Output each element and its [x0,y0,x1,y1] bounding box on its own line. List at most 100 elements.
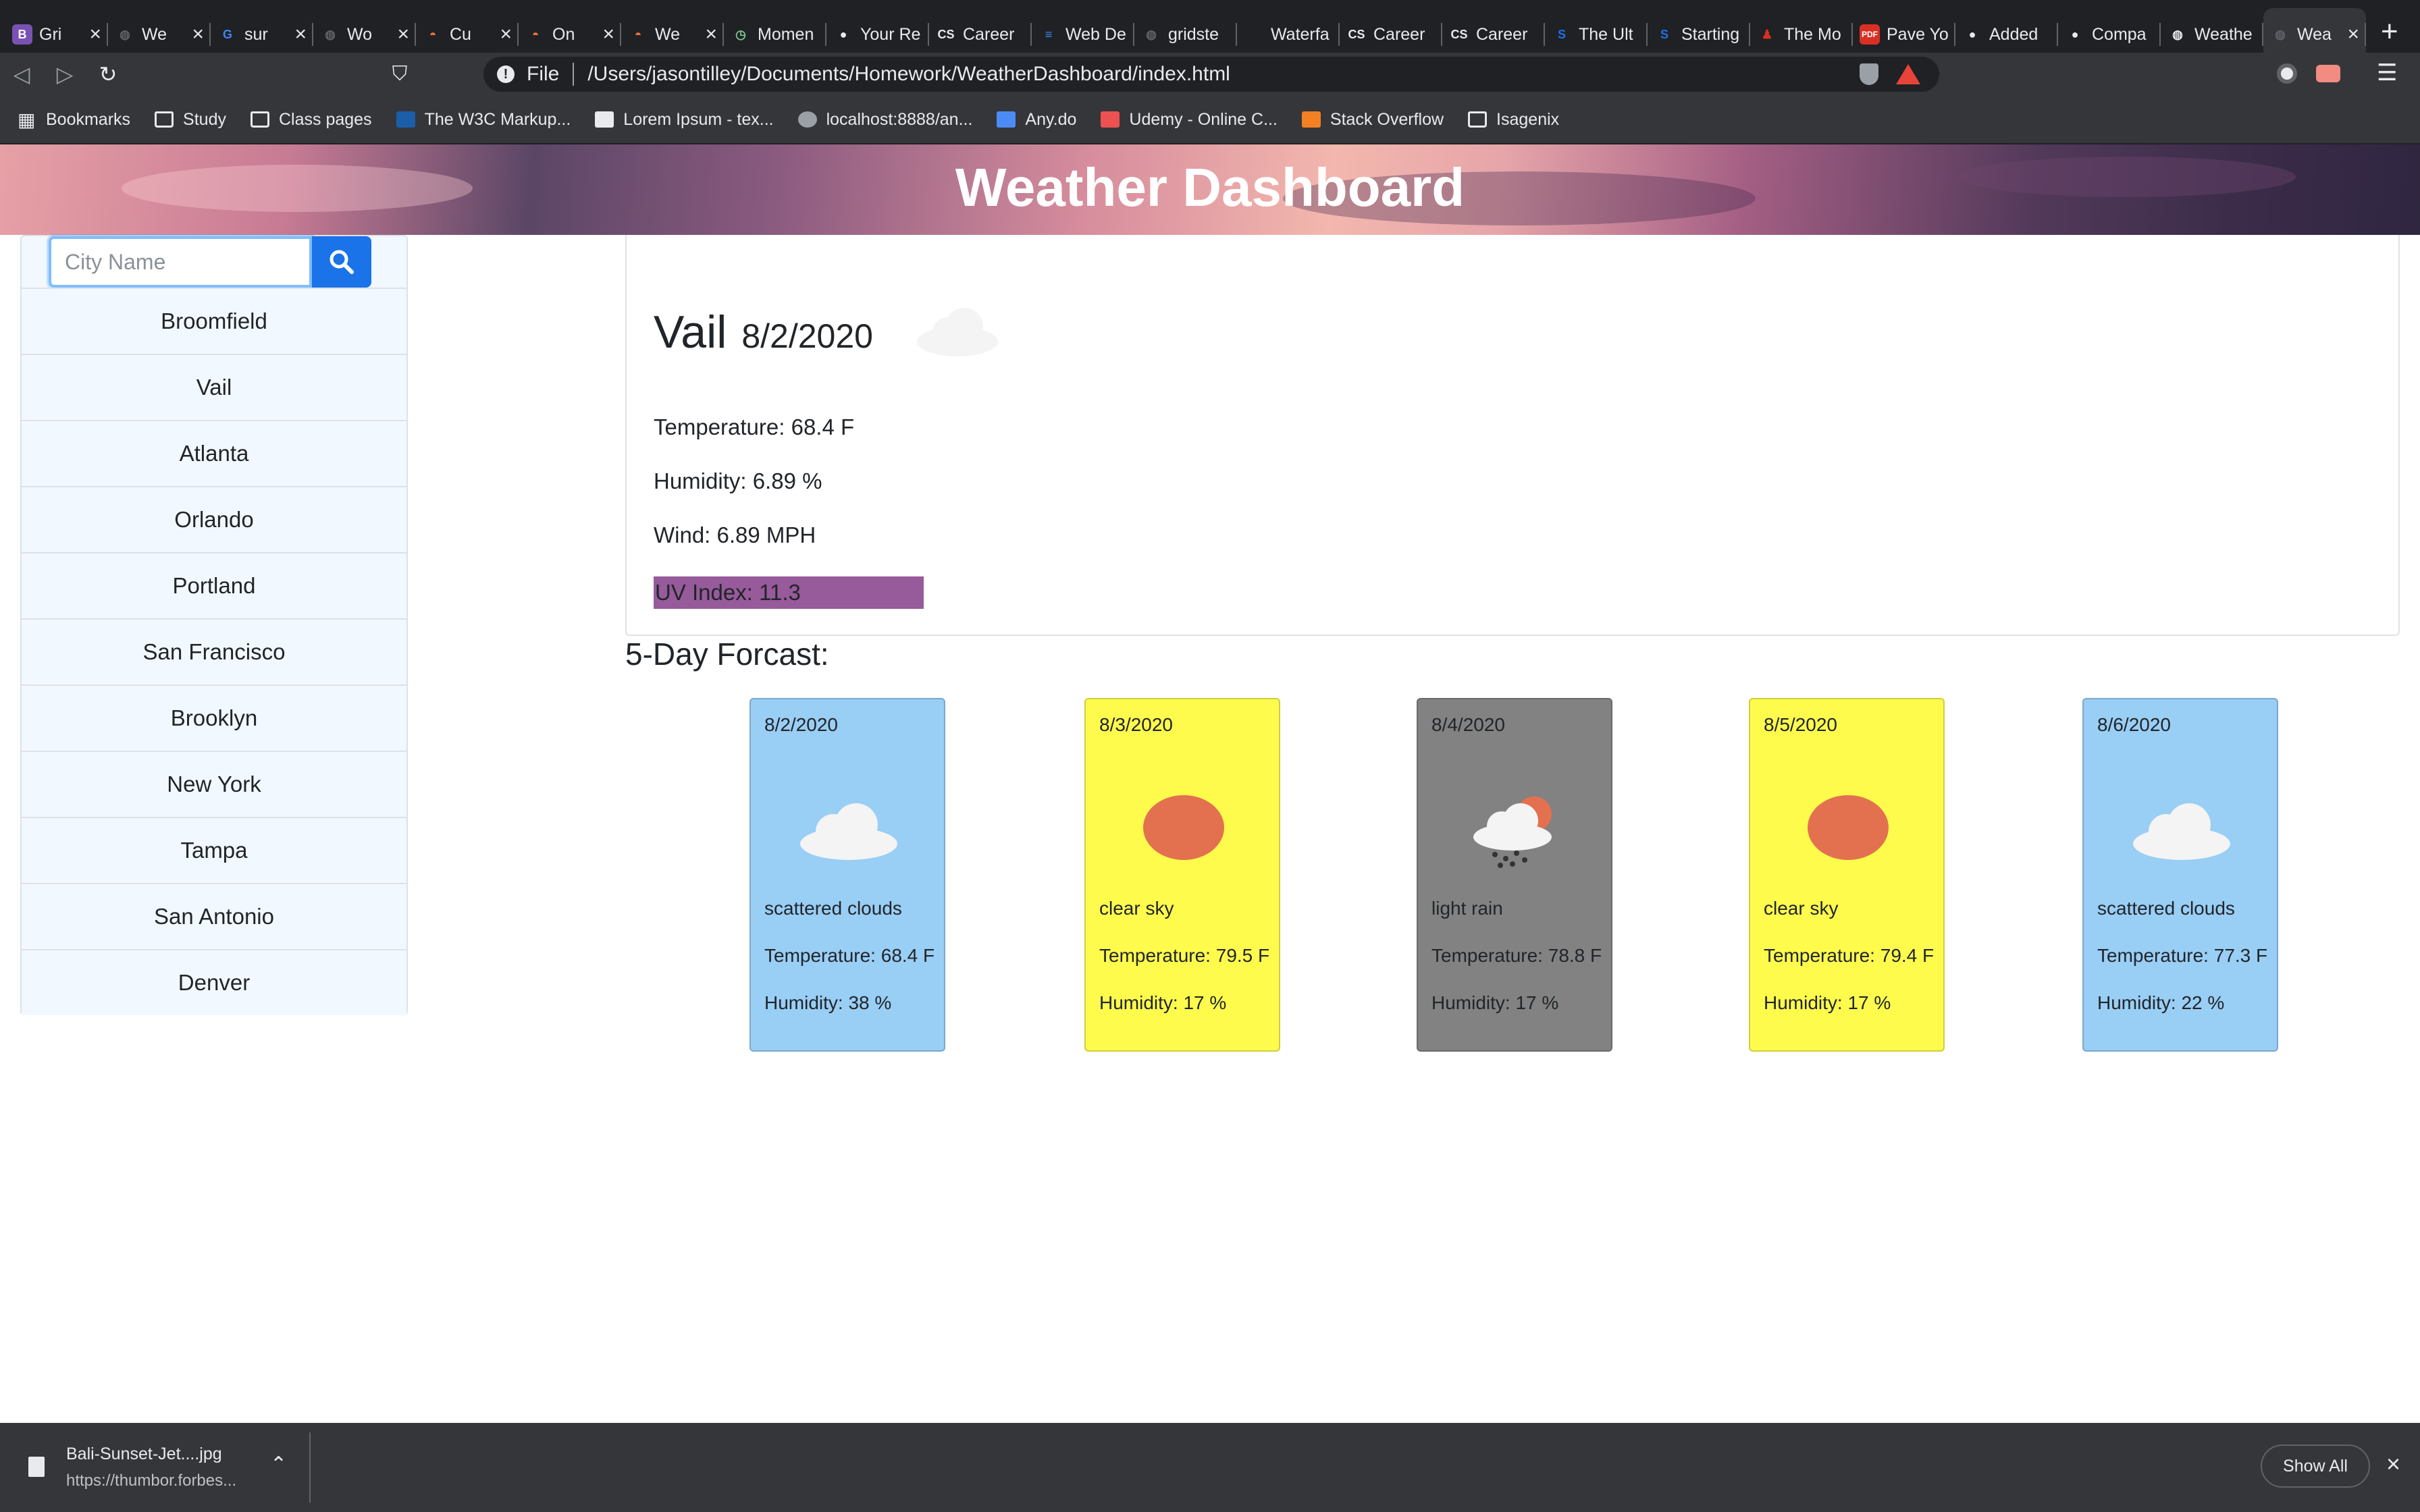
city-search-input[interactable] [49,236,312,288]
tab-close-icon[interactable]: × [602,23,614,46]
bookmark-item[interactable]: Lorem Ipsum - tex... [595,109,774,130]
bookmark-item[interactable]: Udemy - Online C... [1101,110,1278,130]
tab-close-icon[interactable]: × [2347,23,2359,46]
w3c-icon [396,111,415,128]
bookmark-star-icon[interactable]: ⛉ [379,63,420,86]
search-form [49,236,371,288]
close-icon[interactable]: × [2386,1450,2400,1478]
forward-icon[interactable]: ▷ [43,61,86,87]
uv-index-badge: UV Index: 11.3 [654,576,924,609]
bookmark-item[interactable]: Isagenix [1468,110,1559,130]
address-bar[interactable]: ! File /Users/jasontilley/Documents/Home… [483,57,1939,92]
tab-title: Career [963,24,1015,44]
back-icon[interactable]: ◁ [0,61,43,87]
github-icon: ● [839,27,847,41]
chevron-up-icon[interactable]: ⌃ [270,1453,287,1476]
grid-icon: ▦ [18,109,36,130]
bookmark-label: Lorem Ipsum - tex... [623,109,774,129]
bookmark-item[interactable]: Stack Overflow [1301,110,1444,130]
forecast-card: 8/4/2020 light rain Temperature: 78.8 F Hum… [1417,698,1612,1052]
search-button[interactable] [312,236,371,288]
forecast-date: 8/3/2020 [1099,714,1173,735]
globe-icon [797,111,817,128]
tab-title: Waterfa [1271,24,1330,44]
address-divider [573,63,575,86]
tab-title: Gri [39,24,62,44]
bookmark-item[interactable]: The W3C Markup... [396,110,571,130]
tab-title: The Mo [1784,24,1841,44]
forecast-date: 8/6/2020 [2097,714,2171,735]
bookmark-item[interactable]: Class pages [250,110,372,130]
tab-title: Starting [1681,24,1740,44]
tab-close-icon[interactable]: × [500,23,512,46]
tab-title: Added [1989,24,2038,44]
bookmark-label: Bookmarks [46,109,131,129]
city-list-item[interactable]: Vail [22,354,406,420]
tab-title: Career [1476,24,1528,44]
folder-icon [1468,111,1488,128]
city-list-item[interactable]: New York [22,751,406,817]
city-list-item[interactable]: San Antonio [22,883,406,949]
bookmark-label: Study [183,109,226,129]
city-list-item[interactable]: Orlando [22,486,406,552]
forecast-date: 8/5/2020 [1764,714,1837,735]
bookmark-item[interactable]: localhost:8888/an... [797,110,972,130]
cs-icon: CS [1348,27,1365,41]
city-list-item[interactable]: Atlanta [22,420,406,486]
forecast-humidity: Humidity: 22 % [2097,992,2225,1013]
file-icon [28,1457,45,1477]
cloud-icon [917,308,998,356]
city-sidebar: BroomfieldVailAtlantaOrlandoPortlandSan … [20,235,408,1015]
city-list-item[interactable]: San Francisco [22,618,406,684]
bookmark-label: The W3C Markup... [424,109,571,129]
tab-close-icon[interactable]: × [397,23,409,46]
screen-recorder-extension-icon[interactable] [2316,65,2340,82]
tab-close-icon[interactable]: × [294,23,307,46]
tab-title: The Ult [1579,24,1633,44]
bookmark-item[interactable]: Study [155,110,226,130]
tab-close-icon[interactable]: × [89,23,101,46]
show-all-downloads-button[interactable]: Show All [2261,1444,2370,1488]
forecast-temperature: Temperature: 78.8 F [1431,945,1602,966]
tab-close-icon[interactable]: × [192,23,204,46]
download-shelf: Bali-Sunset-Jet....jpg https://thumbor.f… [0,1423,2420,1512]
current-wind: Wind: 6.89 MPH [654,522,816,547]
bookmark-item[interactable]: Any.do [997,110,1076,130]
brave-shield-icon[interactable] [1860,63,1878,85]
city-list-item[interactable]: Broomfield [22,288,406,354]
brave-rewards-icon[interactable] [1896,64,1920,84]
new-tab-button[interactable]: + [2381,15,2398,49]
forecast-temperature: Temperature: 79.5 F [1099,945,1270,966]
address-path[interactable]: /Users/jasontilley/Documents/Homework/We… [587,63,1230,86]
forecast-card: 8/3/2020 clear sky Temperature: 79.5 F Humi… [1084,698,1280,1052]
city-list-item[interactable]: Brooklyn [22,684,406,751]
forecast-description: scattered clouds [2097,898,2235,919]
current-heading: Vail 8/2/2020 [654,306,873,358]
forecast-temperature: Temperature: 77.3 F [2097,945,2268,966]
tab-title: Momen [758,24,814,44]
docs-icon: ≡ [1045,27,1053,41]
info-icon[interactable]: ! [497,65,515,83]
bookmark-item[interactable]: ▦ Bookmarks [18,109,130,131]
current-date: 8/2/2020 [741,317,873,355]
city-list-item[interactable]: Denver [22,949,406,1015]
download-file-name[interactable]: Bali-Sunset-Jet....jpg [66,1444,222,1464]
folder-icon [155,111,174,128]
browser-menu-icon[interactable]: ☰ [2377,59,2397,86]
tab-title: We [142,24,167,44]
tab-title: Cu [450,24,471,44]
browser-toolbar: ◁ ▷ ↻ ⛉ ! File /Users/jasontilley/Docume… [0,53,2420,96]
lorem-icon [595,111,614,128]
bootstrap-icon: B [12,24,32,45]
city-list-item[interactable]: Portland [22,552,406,618]
bookmark-label: Udemy - Online C... [1129,109,1278,129]
tab-close-icon[interactable]: × [705,23,717,46]
tab-title: Pave Yo [1887,24,1949,44]
reload-icon[interactable]: ↻ [86,61,130,87]
sun-icon [1808,795,1889,860]
forecast-description: clear sky [1764,898,1839,919]
cs-icon: CS [1450,27,1468,41]
tab-title: On [552,24,575,44]
city-list-item[interactable]: Tampa [22,817,406,883]
extension-icon[interactable] [2277,63,2297,84]
